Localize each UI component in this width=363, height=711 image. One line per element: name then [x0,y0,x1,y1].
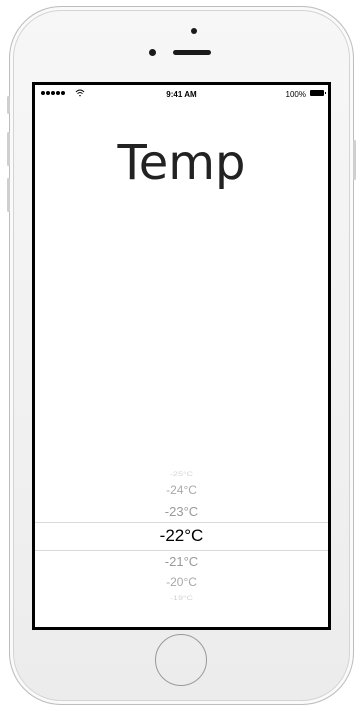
battery-percentage: 100% [285,90,306,99]
volume-up-button [7,132,10,166]
status-bar: 9:41 AM 100% [35,85,328,105]
screen: 9:41 AM 100% Temp -25°C -24°C -23°C -22°… [32,82,331,630]
status-time: 9:41 AM [166,90,197,99]
volume-down-button [7,178,10,212]
battery-icon [310,90,326,96]
picker-row[interactable]: -24°C [35,483,328,497]
mute-switch [7,96,10,114]
picker-row[interactable]: -21°C [35,554,328,569]
power-button [353,140,356,180]
temperature-picker[interactable]: -25°C -24°C -23°C -22°C -21°C -20°C -19°… [35,467,328,603]
picker-row[interactable]: -19°C [35,595,328,602]
page-title: Temp [117,135,246,191]
front-camera [149,49,156,56]
home-button[interactable] [155,634,207,686]
picker-selection-bottom-line [35,550,328,551]
picker-row[interactable]: -25°C [35,471,328,478]
picker-selection-top-line [35,522,328,523]
picker-row[interactable]: -20°C [35,575,328,589]
picker-selected-value[interactable]: -22°C [35,526,328,546]
proximity-sensor [191,28,197,34]
picker-row[interactable]: -23°C [35,504,328,519]
earpiece-speaker [173,50,211,55]
